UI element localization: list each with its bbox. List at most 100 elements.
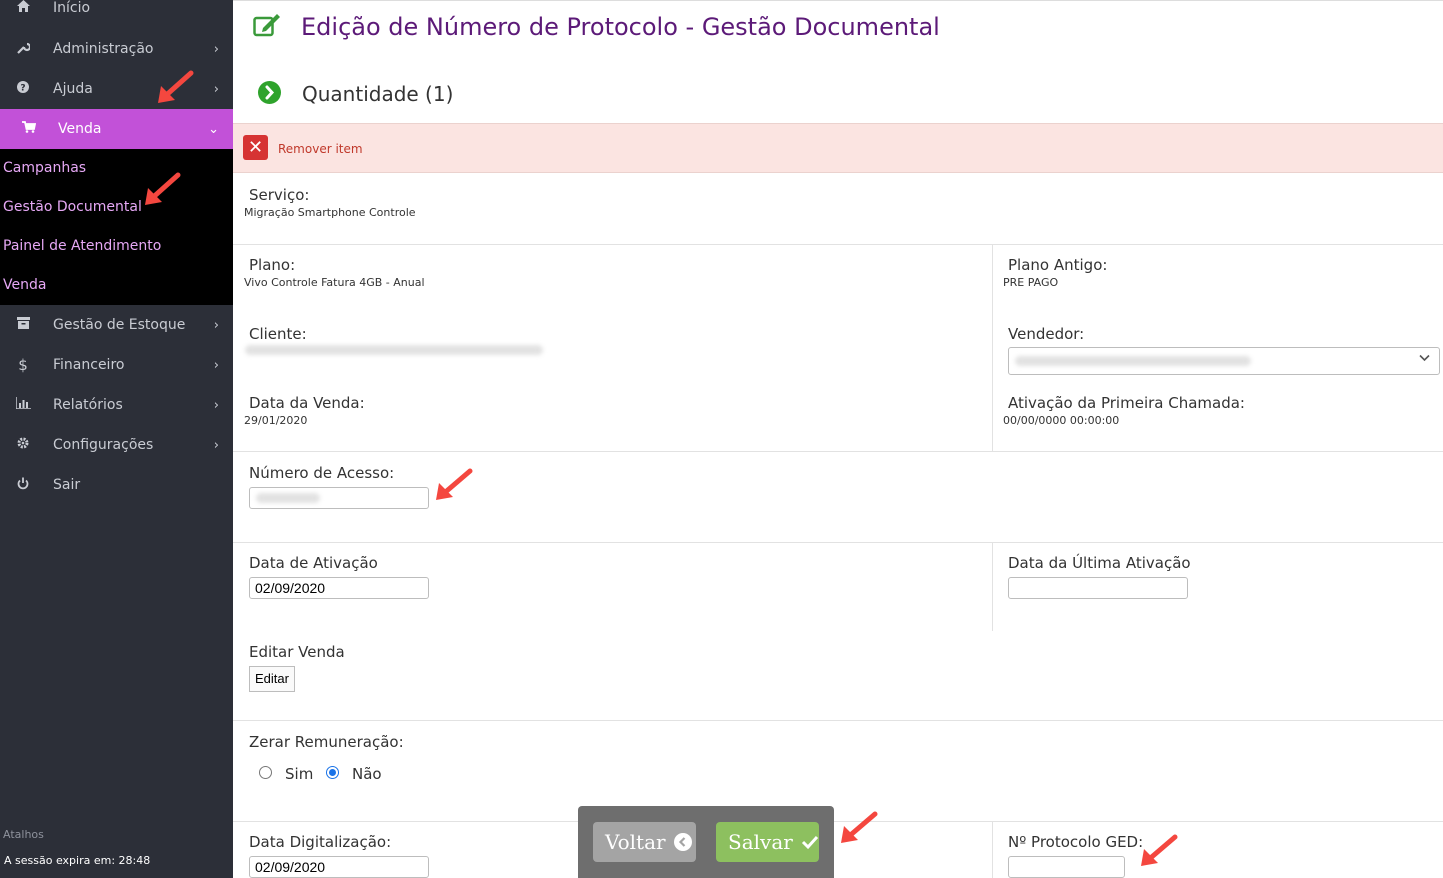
sidebar-item-ajuda[interactable]: ? Ajuda › xyxy=(0,69,233,109)
chevron-right-icon: › xyxy=(213,317,219,333)
sidebar-item-label: Financeiro xyxy=(53,357,125,373)
edit-icon xyxy=(253,14,280,37)
sidebar-item-financeiro[interactable]: $ Financeiro › xyxy=(0,345,233,385)
shortcuts-label: Atalhos xyxy=(3,828,44,841)
sidebar-item-gestao-estoque[interactable]: Gestão de Estoque › xyxy=(0,305,233,345)
editar-venda-label: Editar Venda xyxy=(249,643,345,661)
power-icon xyxy=(14,477,32,494)
servico-value: Migração Smartphone Controle xyxy=(244,206,416,219)
data-digitalizacao-input[interactable]: 02/09/2020 xyxy=(249,856,429,878)
chevron-down-icon xyxy=(1418,351,1431,368)
sidebar-item-relatorios[interactable]: Relatórios › xyxy=(0,385,233,425)
sidebar-item-inicio[interactable]: Início xyxy=(0,0,233,28)
plano-antigo-value: PRE PAGO xyxy=(1003,276,1059,289)
plano-antigo-label: Plano Antigo: xyxy=(1008,256,1108,274)
annotation-arrow-icon xyxy=(841,811,878,843)
sidebar-item-administracao[interactable]: Administração › xyxy=(0,29,233,69)
sidebar-item-label: Ajuda xyxy=(53,81,93,97)
wrench-icon xyxy=(14,41,32,58)
chevron-circle-left-icon xyxy=(673,833,692,851)
sidebar-item-label: Gestão de Estoque xyxy=(53,317,186,333)
radio-nao-label: Não xyxy=(352,765,382,783)
numero-acesso-input[interactable] xyxy=(249,487,429,509)
radio-nao[interactable] xyxy=(326,766,339,779)
sidebar-item-venda[interactable]: Venda ⌄ xyxy=(0,109,233,149)
servico-label: Serviço: xyxy=(249,186,310,204)
back-button-label: Voltar xyxy=(605,830,666,854)
sidebar-item-label: Venda xyxy=(58,121,102,137)
sidebar-item-label: Configurações xyxy=(53,437,154,453)
save-button-label: Salvar xyxy=(728,830,793,854)
submenu-item-painel-atendimento[interactable]: Painel de Atendimento xyxy=(3,238,161,254)
sidebar: Início Administração › ? Ajuda › Venda ⌄… xyxy=(0,0,233,878)
submenu-item-campanhas[interactable]: Campanhas xyxy=(3,160,86,176)
protocolo-ged-label: Nº Protocolo GED: xyxy=(1008,833,1144,851)
check-icon xyxy=(801,833,819,851)
data-ativacao-label: Data de Ativação xyxy=(249,554,378,572)
data-ultima-ativacao-input[interactable] xyxy=(1008,577,1188,599)
divider xyxy=(233,542,1443,543)
back-button[interactable]: Voltar xyxy=(593,822,696,862)
protocolo-ged-input[interactable] xyxy=(1008,856,1125,878)
sidebar-item-label: Relatórios xyxy=(53,397,123,413)
chevron-right-icon: › xyxy=(213,397,219,413)
cart-icon xyxy=(20,121,38,137)
radio-sim[interactable] xyxy=(259,766,272,779)
vendedor-select[interactable] xyxy=(1008,347,1440,375)
section-title: Quantidade (1) xyxy=(302,82,454,106)
data-digitalizacao-label: Data Digitalização: xyxy=(249,833,392,851)
plano-label: Plano: xyxy=(249,256,296,274)
zerar-remuneracao-label: Zerar Remuneração: xyxy=(249,733,404,751)
chevron-right-icon: › xyxy=(213,357,219,373)
sidebar-item-label: Sair xyxy=(53,477,81,493)
chevron-right-icon: › xyxy=(213,41,219,57)
sidebar-item-configuracoes[interactable]: Configurações › xyxy=(0,425,233,465)
submenu-item-venda[interactable]: Venda xyxy=(3,277,46,293)
sidebar-item-label: Início xyxy=(53,0,91,16)
data-venda-label: Data da Venda: xyxy=(249,394,365,412)
radio-sim-label: Sim xyxy=(285,765,314,783)
submenu-item-gestao-documental[interactable]: Gestão Documental xyxy=(3,199,142,215)
numero-acesso-label: Número de Acesso: xyxy=(249,464,395,482)
vendedor-value-redacted xyxy=(1015,356,1251,366)
edit-sale-button[interactable]: Editar xyxy=(249,666,295,692)
venda-submenu: Campanhas Gestão Documental Painel de At… xyxy=(0,149,233,305)
remove-item-link[interactable]: Remover item xyxy=(278,142,363,156)
dollar-icon: $ xyxy=(18,356,28,374)
gear-icon xyxy=(14,437,32,453)
ativacao-primeira-value: 00/00/0000 00:00:00 xyxy=(1003,414,1120,427)
divider xyxy=(233,720,1443,721)
numero-acesso-redacted xyxy=(256,493,320,503)
cliente-value-redacted xyxy=(245,345,543,355)
ativacao-primeira-label: Ativação da Primeira Chamada: xyxy=(1008,394,1245,412)
column-divider xyxy=(992,822,993,878)
divider xyxy=(233,451,1443,452)
action-bar: Voltar Salvar xyxy=(578,806,834,878)
session-timer: A sessão expira em: 28:48 xyxy=(4,854,151,867)
column-divider xyxy=(992,245,993,451)
plano-value: Vivo Controle Fatura 4GB - Anual xyxy=(244,276,425,289)
chevron-right-icon: › xyxy=(213,437,219,453)
svg-text:?: ? xyxy=(20,84,25,94)
remove-item-bar: ✕ Remover item xyxy=(233,123,1443,173)
vendedor-label: Vendedor: xyxy=(1008,325,1085,343)
column-divider xyxy=(992,543,993,631)
chevron-right-icon: › xyxy=(213,81,219,97)
data-ultima-ativacao-label: Data da Última Ativação xyxy=(1008,554,1191,572)
archive-icon xyxy=(14,317,32,333)
sidebar-item-sair[interactable]: Sair xyxy=(0,465,233,505)
page-title: Edição de Número de Protocolo - Gestão D… xyxy=(301,13,940,41)
annotation-arrow-icon xyxy=(158,70,194,103)
save-button[interactable]: Salvar xyxy=(716,822,819,862)
chevron-circle-right-icon xyxy=(258,81,281,104)
remove-x-icon[interactable]: ✕ xyxy=(243,135,268,160)
cliente-label: Cliente: xyxy=(249,325,307,343)
annotation-arrow-icon xyxy=(145,172,181,205)
bar-chart-icon xyxy=(14,397,32,413)
chevron-down-icon: ⌄ xyxy=(208,121,219,137)
data-ativacao-input[interactable]: 02/09/2020 xyxy=(249,577,429,599)
annotation-arrow-icon xyxy=(1141,834,1178,866)
main-content: Edição de Número de Protocolo - Gestão D… xyxy=(233,0,1443,878)
divider xyxy=(233,244,1443,245)
home-icon xyxy=(14,0,32,16)
